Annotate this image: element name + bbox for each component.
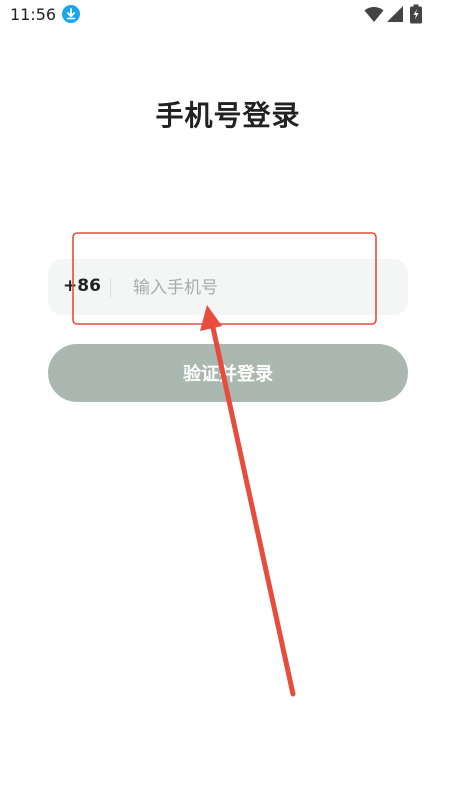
wifi-icon (364, 6, 384, 22)
phone-input-container: +86 (48, 259, 408, 315)
page-title: 手机号登录 (155, 99, 301, 132)
status-time: 11:56 (10, 5, 57, 24)
phone-number-input[interactable] (131, 273, 395, 303)
battery-icon (410, 4, 422, 24)
status-bar: 11:56 (0, 0, 456, 34)
input-divider (110, 278, 111, 298)
download-icon (62, 5, 80, 23)
verify-login-button[interactable]: 验证并登录 (48, 344, 408, 402)
country-code[interactable]: +86 (63, 276, 101, 296)
login-screen: 11:56 手机号登录 +86 验证并登录 (0, 0, 456, 811)
signal-icon (387, 6, 403, 22)
